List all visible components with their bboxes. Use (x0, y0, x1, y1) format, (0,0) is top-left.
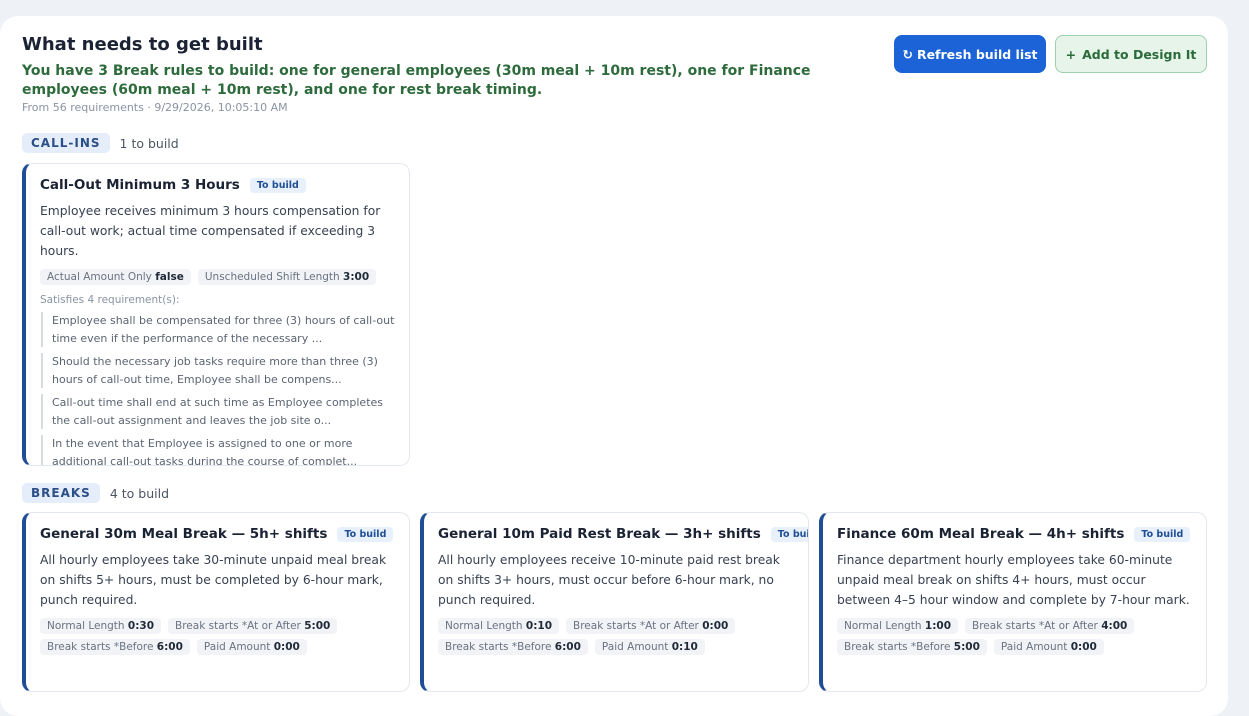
card-title: General 30m Meal Break — 5h+ shifts (40, 526, 328, 542)
card-title: Call-Out Minimum 3 Hours (40, 177, 240, 193)
param-chip: Paid Amount 0:10 (594, 639, 705, 655)
param-chip: Unscheduled Shift Length 3:00 (197, 269, 377, 285)
card-title: General 10m Paid Rest Break — 3h+ shifts (438, 526, 761, 542)
requirement-item: Should the necessary job tasks require m… (41, 353, 395, 388)
status-badge: To build (1134, 526, 1191, 542)
card-description: All hourly employees take 30-minute unpa… (40, 553, 387, 607)
requirement-item: Employee shall be compensated for three … (41, 312, 395, 347)
requirement-item: Call-out time shall end at such time as … (41, 394, 395, 429)
param-chip: Break starts *At or After 0:00 (566, 618, 736, 634)
status-badge: To build (249, 177, 306, 193)
rule-card-finance-meal-break[interactable]: Finance 60m Meal Break — 4h+ shifts To b… (819, 512, 1207, 692)
param-chip: Actual Amount Only false (40, 269, 191, 285)
param-chip: Normal Length 1:00 (837, 618, 959, 634)
status-badge: To build (337, 526, 394, 542)
section-count: 1 to build (119, 135, 179, 151)
section-tag: BREAKS (22, 483, 100, 503)
rule-card-general-rest-break[interactable]: General 10m Paid Rest Break — 3h+ shifts… (420, 512, 809, 692)
param-chip: Break starts *Before 5:00 (837, 639, 987, 655)
param-chip: Paid Amount 0:00 (993, 639, 1104, 655)
param-chip: Normal Length 0:30 (40, 618, 162, 634)
param-chip: Break starts *At or After 4:00 (965, 618, 1135, 634)
refresh-button-label: Refresh build list (916, 46, 1038, 62)
section-header-call-ins: CALL-INS 1 to build (22, 133, 179, 153)
param-chip: Break starts *At or After 5:00 (168, 618, 338, 634)
param-chip: Normal Length 0:10 (438, 618, 560, 634)
section-header-breaks: BREAKS 4 to build (22, 483, 169, 503)
refresh-icon: ↻ (902, 46, 913, 62)
add-to-design-it-button[interactable]: + Add to Design It (1055, 35, 1207, 73)
param-chip: Break starts *Before 6:00 (438, 639, 588, 655)
requirements-meta: From 56 requirements · 9/29/2026, 10:05:… (22, 101, 288, 114)
card-description: Finance department hourly employees take… (837, 553, 1190, 607)
rule-card-call-out-minimum[interactable]: Call-Out Minimum 3 Hours To build Employ… (22, 163, 410, 466)
rule-card-general-meal-break[interactable]: General 30m Meal Break — 5h+ shifts To b… (22, 512, 410, 692)
status-badge: To build (770, 526, 808, 542)
plus-icon: + (1065, 46, 1077, 62)
build-summary: You have 3 Break rules to build: one for… (22, 63, 811, 98)
card-description: All hourly employees receive 10-minute p… (438, 553, 780, 607)
refresh-build-list-button[interactable]: ↻ Refresh build list (894, 35, 1046, 73)
card-title: Finance 60m Meal Break — 4h+ shifts (837, 526, 1125, 542)
requirement-item: In the event that Employee is assigned t… (41, 435, 395, 465)
param-chip: Break starts *Before 6:00 (40, 639, 190, 655)
add-button-label: Add to Design It (1082, 46, 1197, 62)
satisfies-label: Satisfies 4 requirement(s): (40, 294, 180, 306)
param-chip: Paid Amount 0:00 (196, 639, 307, 655)
page-title: What needs to get built (22, 34, 263, 55)
section-count: 4 to build (109, 485, 169, 501)
section-tag: CALL-INS (22, 133, 110, 153)
card-description: Employee receives minimum 3 hours compen… (40, 204, 381, 258)
